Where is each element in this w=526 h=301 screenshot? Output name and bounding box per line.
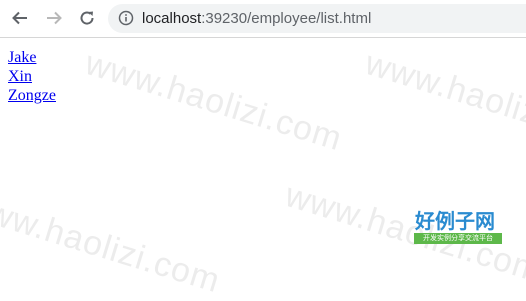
watermark-text: www.haolizi.com: [0, 186, 225, 301]
watermark-text: www.haolizi.com: [360, 44, 526, 159]
logo-subtitle: 开发实例分享交流平台: [414, 233, 502, 244]
forward-button[interactable]: [42, 6, 66, 30]
back-button[interactable]: [8, 6, 32, 30]
browser-toolbar: localhost:39230/employee/list.html: [0, 0, 526, 38]
info-icon[interactable]: [118, 10, 134, 26]
reload-icon: [80, 11, 94, 25]
arrow-left-icon: [12, 11, 27, 25]
employee-list: Jake Xin Zongze: [8, 48, 56, 105]
address-url[interactable]: localhost:39230/employee/list.html: [142, 9, 371, 28]
employee-link[interactable]: Zongze: [8, 86, 56, 105]
employee-link[interactable]: Jake: [8, 48, 56, 67]
watermark-text: www.haolizi.com: [80, 44, 347, 159]
site-logo: 好例子网 开发实例分享交流平台: [412, 210, 504, 246]
logo-title: 好例子网: [415, 209, 495, 233]
arrow-right-icon: [47, 11, 62, 25]
employee-link[interactable]: Xin: [8, 67, 56, 86]
url-path: :39230/employee/list.html: [201, 10, 372, 27]
url-host: localhost: [142, 10, 202, 27]
reload-button[interactable]: [75, 6, 99, 30]
address-bar[interactable]: localhost:39230/employee/list.html: [108, 4, 526, 33]
